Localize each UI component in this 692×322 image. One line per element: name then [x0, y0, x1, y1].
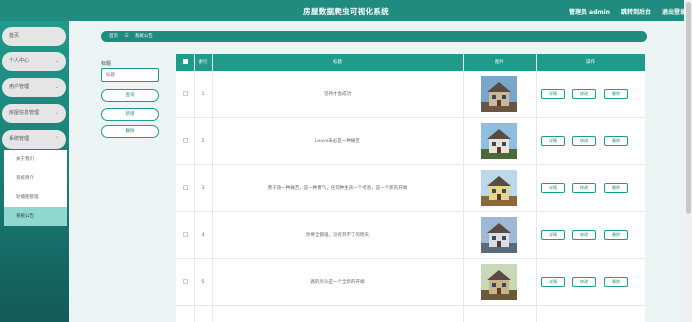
submenu-item-carousel[interactable]: 轮播图管理	[4, 188, 67, 207]
chevron-up-icon: ⌃	[54, 136, 59, 142]
detail-button[interactable]: 详情	[541, 183, 565, 193]
edit-button[interactable]: 修改	[572, 183, 596, 193]
header-image: 图片	[495, 60, 504, 65]
breadcrumb-current: 系统公告	[134, 34, 153, 39]
sidebar-item-houses[interactable]: 房屋信息管理 ⌄	[2, 104, 66, 123]
header-actions: 操作	[586, 60, 595, 65]
table-row: 2 Leave未必是一种痛苦 详情 修改 删除	[176, 118, 645, 165]
row-delete-button[interactable]: 删除	[604, 183, 628, 193]
row-index: 3	[201, 186, 205, 191]
row-delete-button[interactable]: 删除	[604, 89, 628, 99]
house-image	[481, 170, 517, 206]
sidebar-item-label: 系统管理	[9, 136, 30, 142]
sidebar-item-label: 首页	[9, 33, 20, 39]
edit-button[interactable]: 修改	[572, 230, 596, 240]
delete-button[interactable]: 删除	[101, 125, 159, 138]
system-submenu: 关于我们 系统简介 轮播图管理 系统公告	[4, 150, 67, 226]
top-bar: 房屋数据爬虫可视化系统 管理员 admin 跳转到后台 退出登录	[0, 0, 692, 21]
header-select-all[interactable]	[176, 54, 194, 71]
sidebar-item-users[interactable]: 用户管理 ⌄	[2, 78, 66, 97]
announcement-table: 索引 标题 图片 操作 1 坚持才会成功 详情 修改 删除 2 Leave未必是一种痛苦 详情…	[176, 54, 645, 322]
table-row: 3 勇于放一种痛苦，是一种勇气，任何种生孩一个考验，是一个新的开端 详情 修改 删除	[176, 165, 645, 212]
chevron-down-icon: ⌄	[54, 58, 59, 64]
row-title: 你要全都强，没有到不了的明天	[306, 233, 369, 238]
sidebar-item-label: 用户管理	[9, 84, 30, 90]
search-input[interactable]	[101, 68, 159, 82]
edit-button[interactable]: 修改	[572, 277, 596, 287]
query-button[interactable]: 查询	[101, 89, 159, 102]
row-index: 5	[201, 280, 205, 285]
row-index: 4	[201, 233, 205, 238]
search-label: 标题	[101, 61, 112, 67]
table-row: 5 路的尽头是一个全新的开端 详情 修改 删除	[176, 259, 645, 306]
detail-button[interactable]: 详情	[541, 136, 565, 146]
admin-label: 管理员 admin	[568, 9, 610, 16]
sidebar-item-label: 房屋信息管理	[9, 110, 40, 116]
table-row: 1 坚持才会成功 详情 修改 删除	[176, 71, 645, 118]
sidebar-item-system[interactable]: 系统管理 ⌃	[2, 130, 66, 149]
row-checkbox[interactable]	[182, 279, 188, 284]
row-checkbox[interactable]	[182, 138, 188, 143]
detail-button[interactable]: 详情	[541, 89, 565, 99]
edit-button[interactable]: 修改	[572, 89, 596, 99]
dashboard-link[interactable]: 跳转到后台	[621, 7, 651, 16]
row-checkbox[interactable]	[182, 232, 188, 237]
add-button[interactable]: 新增	[101, 108, 159, 121]
edit-button[interactable]: 修改	[572, 136, 596, 146]
menu-icon: ☰	[124, 34, 129, 39]
detail-button[interactable]: 详情	[541, 230, 565, 240]
breadcrumb: 首页 ☰ 系统公告	[101, 31, 647, 42]
row-title: 路的尽头是一个全新的开端	[310, 280, 365, 285]
row-delete-button[interactable]: 删除	[604, 230, 628, 240]
row-title: 坚持才会成功	[324, 92, 351, 97]
submenu-item-announcement[interactable]: 系统公告	[4, 207, 67, 226]
row-delete-button[interactable]: 删除	[604, 277, 628, 287]
row-index: 1	[201, 92, 205, 97]
row-title: Leave未必是一种痛苦	[315, 139, 360, 144]
detail-button[interactable]: 详情	[541, 277, 565, 287]
row-select-cell	[176, 212, 194, 259]
submenu-item-intro[interactable]: 系统简介	[4, 169, 67, 188]
row-select-cell	[176, 71, 194, 118]
house-image	[481, 76, 517, 112]
logout-link[interactable]: 退出登录	[662, 7, 686, 16]
house-image	[481, 123, 517, 159]
row-title: 勇于放一种痛苦，是一种勇气，任何种生孩一个考验，是一个新的开端	[267, 186, 408, 191]
chevron-down-icon: ⌄	[54, 84, 59, 90]
row-checkbox[interactable]	[182, 185, 188, 190]
sidebar-item-profile[interactable]: 个人中心 ⌄	[2, 52, 66, 71]
row-select-cell	[176, 118, 194, 165]
scrollbar-thumb[interactable]	[686, 2, 691, 214]
house-image	[481, 217, 517, 253]
header-title: 标题	[333, 60, 342, 65]
sidebar-item-home[interactable]: 首页	[2, 27, 66, 46]
row-delete-button[interactable]: 删除	[604, 136, 628, 146]
row-select-cell	[176, 259, 194, 306]
submenu-item-about[interactable]: 关于我们	[4, 150, 67, 169]
row-select-cell	[176, 165, 194, 212]
top-right-links: 管理员 admin 跳转到后台 退出登录	[569, 7, 686, 16]
select-all-checkbox[interactable]	[182, 59, 188, 64]
sidebar-item-label: 个人中心	[9, 58, 30, 64]
header-index: 索引	[198, 60, 208, 65]
chevron-down-icon: ⌄	[54, 110, 59, 116]
row-checkbox[interactable]	[182, 91, 188, 96]
house-image	[481, 264, 517, 300]
row-index: 2	[201, 139, 205, 144]
sidebar: 首页 个人中心 ⌄ 用户管理 ⌄ 房屋信息管理 ⌄ 系统管理 ⌃ 关于我们 系统…	[0, 21, 69, 322]
table-header: 索引 标题 图片 操作	[176, 54, 645, 71]
table-row: 4 你要全都强，没有到不了的明天 详情 修改 删除	[176, 212, 645, 259]
breadcrumb-home[interactable]: 首页	[109, 34, 118, 39]
page-scrollbar[interactable]	[684, 0, 692, 322]
